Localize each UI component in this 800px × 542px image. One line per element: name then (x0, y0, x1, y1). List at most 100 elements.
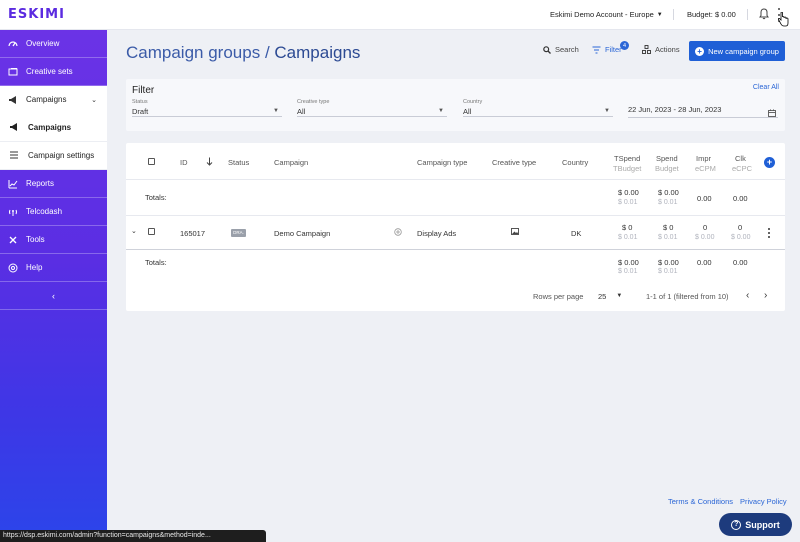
breadcrumb-current: Campaigns (274, 43, 361, 62)
column-header-tbudget[interactable]: TBudget (613, 164, 641, 173)
column-header-id[interactable]: ID (180, 158, 188, 167)
chart-icon (8, 179, 18, 189)
megaphone-icon (8, 95, 18, 105)
column-header-ecpc[interactable]: eCPC (732, 164, 752, 173)
actions-icon (642, 45, 651, 54)
sidebar-subitem-label: Campaign settings (28, 151, 95, 160)
column-header-impr[interactable]: Impr (696, 154, 711, 163)
actions-button[interactable]: Actions (642, 45, 680, 54)
add-column-icon[interactable]: + (764, 157, 775, 168)
top-bar: ESKIMI Eskimi Demo Account - Europe ▼ Bu… (0, 0, 800, 30)
actions-label: Actions (655, 45, 680, 54)
country-value: All (463, 107, 472, 116)
chevron-down-icon: ⌄ (91, 97, 97, 104)
status-select-value: Draft (132, 107, 149, 116)
column-header-status[interactable]: Status (228, 158, 249, 167)
column-header-tspend[interactable]: TSpend (614, 154, 640, 163)
row-id: 165017 (180, 229, 206, 238)
sidebar-item-label: Reports (26, 179, 55, 188)
bell-icon[interactable] (759, 8, 769, 20)
search-label: Search (555, 45, 579, 54)
rows-per-page-label: Rows per page (533, 292, 584, 301)
date-range-value: 22 Jun, 2023 - 28 Jun, 2023 (628, 105, 722, 114)
country-select[interactable]: Country All ▼ (463, 99, 613, 117)
sidebar-item-reports[interactable]: Reports (0, 170, 107, 198)
creative-type-select[interactable]: Creative type All ▼ (297, 99, 447, 117)
column-header-ecpm[interactable]: eCPM (695, 164, 716, 173)
eskimi-logo[interactable]: ESKIMI (8, 7, 65, 22)
filter-icon (592, 46, 601, 53)
account-selector[interactable]: Eskimi Demo Account - Europe ▼ (550, 10, 663, 19)
sidebar-collapse-button[interactable]: ‹ (0, 282, 107, 310)
prev-page-icon[interactable]: ‹ (746, 290, 749, 301)
rows-per-page-select[interactable]: 25 ▼ (598, 292, 622, 301)
caret-down-icon: ▼ (616, 293, 623, 299)
chevron-left-icon: ‹ (52, 290, 55, 301)
clear-all-link[interactable]: Clear All (753, 84, 779, 91)
column-header-budget[interactable]: Budget (655, 164, 679, 173)
column-header-campaign[interactable]: Campaign (274, 158, 308, 167)
totals-spend: $ 0.00 (658, 258, 679, 267)
search-icon (543, 45, 551, 54)
support-button[interactable]: ? Support (719, 513, 792, 536)
new-campaign-group-button[interactable]: + New campaign group (689, 41, 785, 61)
search-button[interactable]: Search (543, 45, 579, 54)
totals-budget: $ 0.01 (658, 268, 678, 275)
row-ecpm: $ 0.00 (695, 234, 715, 241)
sidebar-subitem-campaigns[interactable]: Campaigns (0, 114, 107, 142)
sidebar-item-overview[interactable]: Overview (0, 30, 107, 58)
row-checkbox[interactable] (148, 228, 155, 235)
filter-button[interactable]: Filter (592, 45, 622, 54)
sidebar-item-label: Overview (26, 39, 60, 48)
plus-icon: + (695, 46, 705, 56)
column-header-country[interactable]: Country (562, 158, 588, 167)
page-title: Campaign groups / Campaigns (126, 43, 360, 63)
sidebar-item-label: Campaigns (26, 95, 67, 104)
campaigns-table: ID Status Campaign Campaign type Creativ… (126, 143, 785, 311)
sidebar-item-label: Tools (26, 235, 45, 244)
totals-clk: 0.00 (733, 258, 748, 267)
sidebar-item-tools[interactable]: Tools (0, 226, 107, 254)
new-campaign-group-label: New campaign group (708, 46, 779, 56)
help-circle-icon: ? (731, 519, 742, 530)
row-spend: $ 0 (663, 223, 674, 232)
totals-clk: 0.00 (733, 194, 748, 203)
tools-icon (8, 235, 18, 245)
row-tbudget: $ 0.01 (618, 234, 638, 241)
caret-down-icon: ▼ (273, 108, 279, 114)
breadcrumb-parent[interactable]: Campaign groups (126, 43, 260, 62)
select-all-checkbox[interactable] (148, 158, 155, 165)
creative-type-label: Creative type (297, 99, 330, 105)
sort-down-icon[interactable] (206, 157, 213, 166)
creative-type-value: All (297, 107, 306, 116)
add-circle-icon[interactable] (394, 228, 402, 236)
totals-impr: 0.00 (697, 258, 712, 267)
sidebar-subitem-campaign-settings[interactable]: Campaign settings (0, 142, 107, 170)
column-header-clk[interactable]: Clk (735, 154, 746, 163)
sidebar-item-help[interactable]: Help (0, 254, 107, 282)
totals-tspend: $ 0.00 (618, 188, 639, 197)
list-icon (9, 150, 19, 162)
sidebar-item-label: Creative sets (26, 67, 73, 76)
sidebar-item-creative-sets[interactable]: Creative sets (0, 58, 107, 86)
row-ecpc: $ 0.00 (731, 234, 751, 241)
row-actions-icon[interactable] (767, 228, 771, 238)
totals-label: Totals: (145, 258, 167, 267)
privacy-link[interactable]: Privacy Policy (740, 497, 787, 506)
column-header-spend[interactable]: Spend (656, 154, 678, 163)
row-campaign-name[interactable]: Demo Campaign (274, 229, 330, 238)
sidebar-item-telcodash[interactable]: Telcodash (0, 198, 107, 226)
divider (126, 215, 785, 216)
date-range-picker[interactable]: 22 Jun, 2023 - 28 Jun, 2023 (628, 103, 778, 118)
filter-count-badge: 4 (620, 41, 629, 50)
column-header-creative-type[interactable]: Creative type (492, 158, 536, 167)
status-select[interactable]: Status Draft ▼ (132, 99, 282, 117)
column-header-campaign-type[interactable]: Campaign type (417, 158, 467, 167)
sidebar-item-campaigns[interactable]: Campaigns ⌄ (0, 86, 107, 114)
antenna-icon (8, 207, 18, 217)
caret-down-icon: ▼ (438, 108, 444, 114)
expand-chevron-icon[interactable]: ⌄ (131, 227, 137, 235)
caret-down-icon: ▼ (604, 108, 610, 114)
terms-link[interactable]: Terms & Conditions (668, 497, 733, 506)
next-page-icon[interactable]: › (764, 290, 767, 301)
